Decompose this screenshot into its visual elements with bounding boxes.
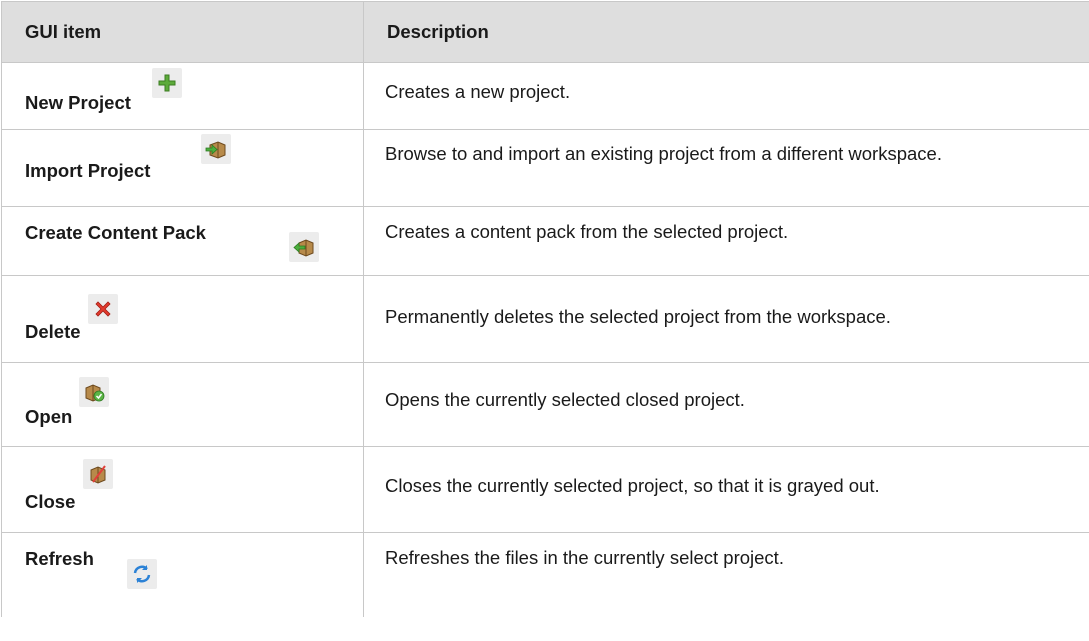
gui-item-label: Close	[25, 491, 76, 512]
description-cell: Closes the currently selected project, s…	[363, 446, 1089, 533]
header-description: Description	[363, 1, 1089, 63]
gui-item-cell: Delete	[1, 275, 364, 363]
gui-item-cell: Create Content Pack	[1, 206, 364, 276]
gui-item-label: Open	[25, 406, 73, 427]
close-project-icon	[83, 459, 113, 489]
gui-item-label: Delete	[25, 321, 81, 342]
description-cell: Permanently deletes the selected project…	[363, 275, 1089, 363]
description-cell: Browse to and import an existing project…	[363, 129, 1089, 207]
refresh-icon	[127, 559, 157, 589]
description-text: Refreshes the files in the currently sel…	[385, 547, 784, 568]
red-x-icon	[88, 294, 118, 324]
description-cell: Opens the currently selected closed proj…	[363, 362, 1089, 447]
description-text: Creates a content pack from the selected…	[385, 221, 789, 242]
table-row: New Project Creates a new project.	[1, 62, 1089, 130]
import-project-icon	[201, 134, 231, 164]
gui-items-table: GUI item Description New Project Creates…	[1, 1, 1089, 617]
open-project-icon	[79, 377, 109, 407]
description-cell: Creates a new project.	[363, 62, 1089, 130]
description-text: Browse to and import an existing project…	[385, 143, 942, 164]
header-gui-item: GUI item	[1, 1, 364, 63]
description-text: Closes the currently selected project, s…	[385, 475, 880, 496]
gui-item-cell: Close	[1, 446, 364, 533]
gui-item-cell: Open	[1, 362, 364, 447]
gui-item-cell: Refresh	[1, 532, 364, 617]
content-pack-icon	[289, 232, 319, 262]
table-row: Open Opens the currently selected closed…	[1, 362, 1089, 447]
gui-item-label: Create Content Pack	[25, 222, 206, 243]
table-row: Refresh Refreshes the files in the curre…	[1, 532, 1089, 617]
description-text: Creates a new project.	[385, 81, 571, 102]
header-row: GUI item Description	[1, 1, 1089, 63]
description-cell: Refreshes the files in the currently sel…	[363, 532, 1089, 617]
description-text: Permanently deletes the selected project…	[385, 306, 891, 327]
table-row: Delete Permanently deletes the selected …	[1, 275, 1089, 363]
table-row: Create Content Pack Creates a content pa…	[1, 206, 1089, 276]
gui-item-label: New Project	[25, 92, 131, 113]
description-text: Opens the currently selected closed proj…	[385, 389, 745, 410]
table-row: Import Project Browse to and import an e…	[1, 129, 1089, 207]
gui-item-label: Refresh	[25, 548, 94, 569]
gui-item-label: Import Project	[25, 160, 151, 181]
plus-icon	[152, 68, 182, 98]
gui-item-cell: Import Project	[1, 129, 364, 207]
gui-item-cell: New Project	[1, 62, 364, 130]
table-row: Close Closes the currently selected proj…	[1, 446, 1089, 533]
description-cell: Creates a content pack from the selected…	[363, 206, 1089, 276]
